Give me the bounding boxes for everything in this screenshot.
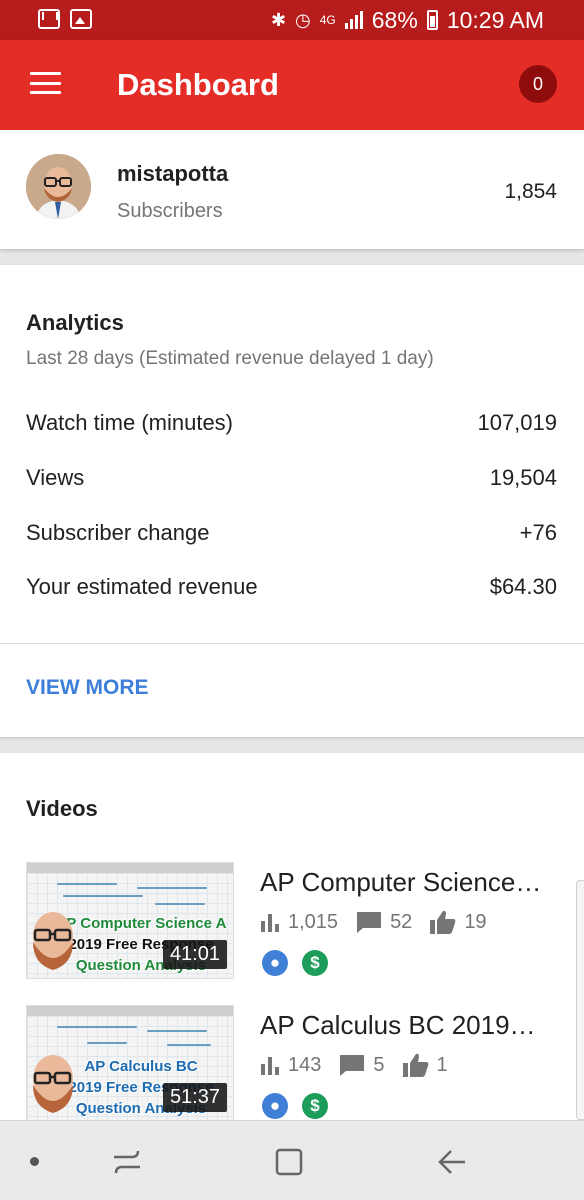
subscriber-count: 1,854 bbox=[504, 180, 557, 203]
bar-chart-icon bbox=[261, 1057, 279, 1075]
presenter-face bbox=[33, 1055, 73, 1113]
nav-dot-icon[interactable] bbox=[30, 1157, 39, 1166]
scrollbar[interactable] bbox=[576, 880, 584, 1120]
channel-card[interactable]: mistapotta Subscribers 1,854 bbox=[0, 130, 584, 249]
clock: 10:29 AM bbox=[446, 6, 544, 33]
video-likes: 1 bbox=[436, 1053, 448, 1076]
page-title: Dashboard bbox=[117, 67, 279, 102]
metric-label-views: Views bbox=[26, 465, 85, 490]
metric-label-revenue: Your estimated revenue bbox=[26, 574, 258, 599]
subscribers-label: Subscribers bbox=[117, 200, 223, 222]
globe-icon: ● bbox=[262, 1093, 288, 1119]
divider bbox=[0, 643, 584, 644]
video-row[interactable]: AP Computer Science A 2019 Free Response… bbox=[0, 862, 584, 980]
mail-icon bbox=[38, 9, 60, 29]
metric-value-revenue: $64.30 bbox=[489, 574, 557, 599]
video-thumbnail[interactable]: AP Computer Science A 2019 Free Response… bbox=[26, 862, 234, 979]
video-title[interactable]: AP Computer Science… bbox=[260, 867, 560, 898]
battery-percent: 68% bbox=[371, 6, 418, 33]
video-views: 1,015 bbox=[288, 910, 339, 933]
videos-card: Videos AP Computer Science A 2019 Free R… bbox=[0, 753, 584, 1120]
thumbs-up-icon bbox=[430, 910, 456, 934]
video-thumbnail[interactable]: AP Calculus BC 2019 Free Response Questi… bbox=[26, 1005, 234, 1120]
videos-title: Videos bbox=[26, 796, 98, 821]
comment-icon bbox=[357, 912, 382, 933]
video-likes: 19 bbox=[464, 910, 487, 933]
video-duration: 51:37 bbox=[162, 1083, 227, 1112]
home-icon[interactable] bbox=[272, 1145, 306, 1179]
back-icon[interactable] bbox=[435, 1145, 469, 1179]
bar-chart-icon bbox=[261, 914, 279, 932]
analytics-card: Analytics Last 28 days (Estimated revenu… bbox=[0, 265, 584, 737]
battery-icon bbox=[426, 10, 438, 30]
metric-value-subscriber-change: +76 bbox=[519, 520, 557, 545]
analytics-title: Analytics bbox=[26, 310, 124, 335]
video-comments: 52 bbox=[390, 910, 413, 933]
video-comments: 5 bbox=[373, 1053, 385, 1076]
menu-icon[interactable] bbox=[30, 72, 61, 94]
dollar-icon: $ bbox=[302, 1093, 328, 1119]
presenter-face bbox=[33, 912, 73, 970]
channel-name: mistapotta bbox=[117, 161, 229, 186]
view-more-button[interactable]: VIEW MORE bbox=[26, 676, 149, 700]
analytics-subtitle: Last 28 days (Estimated revenue delayed … bbox=[26, 348, 434, 369]
signal-icon bbox=[344, 11, 363, 29]
notification-badge[interactable]: 0 bbox=[519, 65, 557, 103]
recent-apps-icon[interactable] bbox=[110, 1145, 144, 1179]
system-nav-bar bbox=[0, 1120, 584, 1200]
comment-icon bbox=[340, 1055, 365, 1076]
video-title[interactable]: AP Calculus BC 2019… bbox=[260, 1010, 560, 1041]
image-icon bbox=[70, 9, 92, 29]
status-bar: ✱ ◷ 4G 68% 10:29 AM bbox=[0, 0, 584, 40]
thumbs-up-icon bbox=[402, 1053, 428, 1077]
metric-value-views: 19,504 bbox=[489, 465, 557, 490]
wifi-icon: 4G bbox=[319, 13, 336, 27]
globe-icon: ● bbox=[262, 950, 288, 976]
alarm-icon: ◷ bbox=[295, 10, 311, 30]
metric-label-watch-time: Watch time (minutes) bbox=[26, 410, 234, 435]
avatar bbox=[26, 154, 91, 219]
bluetooth-icon: ✱ bbox=[270, 10, 287, 30]
app-bar: Dashboard bbox=[0, 40, 584, 130]
video-row[interactable]: AP Calculus BC 2019 Free Response Questi… bbox=[0, 1005, 584, 1120]
video-duration: 41:01 bbox=[162, 940, 227, 969]
video-views: 143 bbox=[288, 1053, 322, 1076]
metric-label-subscriber-change: Subscriber change bbox=[26, 520, 210, 545]
dollar-icon: $ bbox=[302, 950, 328, 976]
metric-value-watch-time: 107,019 bbox=[477, 410, 557, 435]
